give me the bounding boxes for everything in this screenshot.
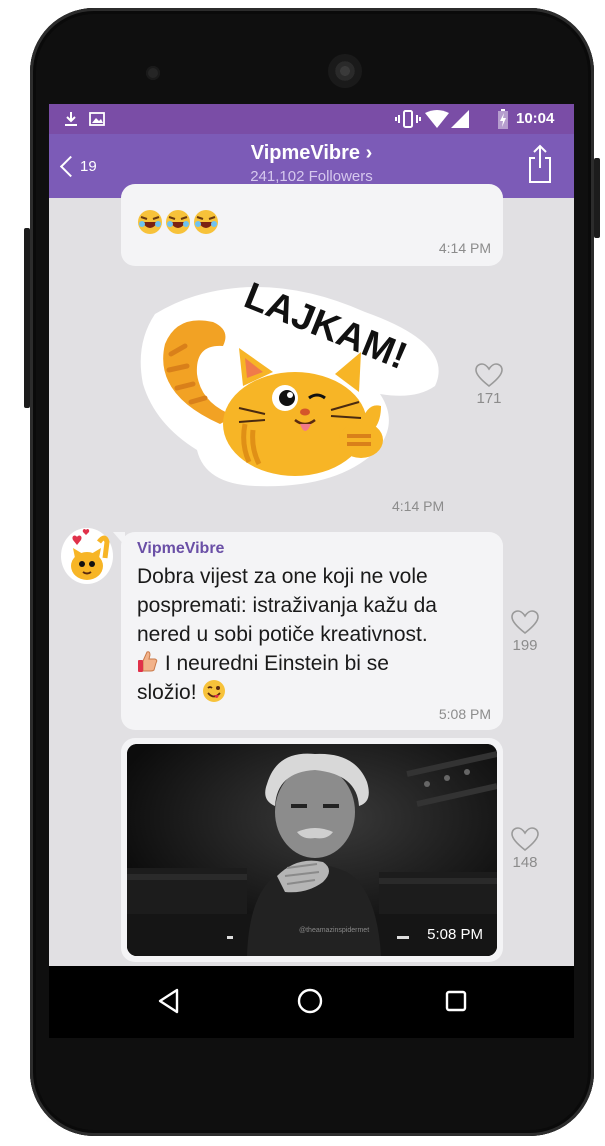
like-count: 199 (512, 637, 538, 654)
message-line: složio! (137, 681, 203, 704)
wifi-icon (425, 110, 449, 128)
message-line-5: složio! (137, 678, 482, 707)
cat-avatar-icon (71, 528, 110, 580)
front-camera (146, 66, 160, 80)
video-message-bubble[interactable]: @theamazinspidermet 5:08 PM (121, 738, 503, 962)
navigation-bar (49, 966, 574, 1038)
heart-icon (475, 363, 503, 388)
recents-square-icon[interactable] (445, 990, 467, 1012)
message-bubble[interactable]: 4:14 PM (121, 184, 503, 266)
power-button (594, 158, 600, 238)
download-icon (65, 112, 77, 126)
channel-title[interactable]: VipmeVibre › (49, 142, 574, 165)
heart-icon (511, 610, 539, 635)
status-bar: 10:04 (49, 104, 574, 134)
message-time: 4:14 PM (438, 240, 491, 256)
message-line: I neuredni Einstein bi se (159, 652, 389, 675)
message-time: 5:08 PM (438, 706, 491, 722)
message-line: nered u sobi potiče kreativnost. (137, 623, 428, 646)
like-count: 171 (476, 390, 502, 407)
followers-count: 241,102 Followers (250, 168, 373, 185)
message-bubble[interactable]: VipmeVibre Dobra vijest za one koji ne v… (121, 532, 503, 730)
message-line: pospremati: istraživanja kažu da (137, 594, 437, 617)
message-text: Dobra vijest za one koji ne vole posprem… (137, 562, 482, 707)
message-time: 4:14 PM (392, 498, 445, 514)
lajkam-sticker[interactable]: LAJKAM! (135, 274, 455, 490)
vibrate-icon (395, 110, 421, 128)
video-time: 5:08 PM (427, 926, 483, 943)
like-button[interactable]: 171 (469, 362, 509, 407)
volume-button (24, 228, 30, 408)
message-line: Dobra vijest za one koji ne vole (137, 565, 428, 588)
avatar[interactable] (61, 528, 113, 584)
earpiece-speaker (328, 54, 362, 88)
back-triangle-icon[interactable] (157, 988, 181, 1014)
status-time: 10:04 (516, 110, 555, 127)
heart-icon (511, 827, 539, 852)
like-count: 148 (512, 854, 538, 871)
sender-name: VipmeVibre (137, 540, 225, 557)
message-line-4: I neuredni Einstein bi se (137, 649, 482, 678)
einstein-video-frame: @theamazinspidermet (127, 744, 497, 956)
cell-signal-icon (451, 110, 469, 128)
screen: 10:04 19 VipmeVibre › 241,102 Followers (49, 104, 574, 966)
thumbs-up-emoji-icon (138, 651, 158, 672)
laughing-emoji-icon (138, 210, 218, 234)
like-button[interactable]: 199 (505, 609, 545, 654)
image-icon (89, 112, 105, 126)
winking-face-emoji-icon (203, 680, 226, 702)
share-icon[interactable] (527, 144, 553, 184)
like-button[interactable]: 148 (505, 826, 545, 871)
video-watermark: @theamazinspidermet (299, 927, 369, 934)
home-circle-icon[interactable] (297, 988, 323, 1014)
video-thumbnail[interactable]: @theamazinspidermet 5:08 PM (127, 744, 497, 956)
battery-icon (498, 109, 508, 129)
